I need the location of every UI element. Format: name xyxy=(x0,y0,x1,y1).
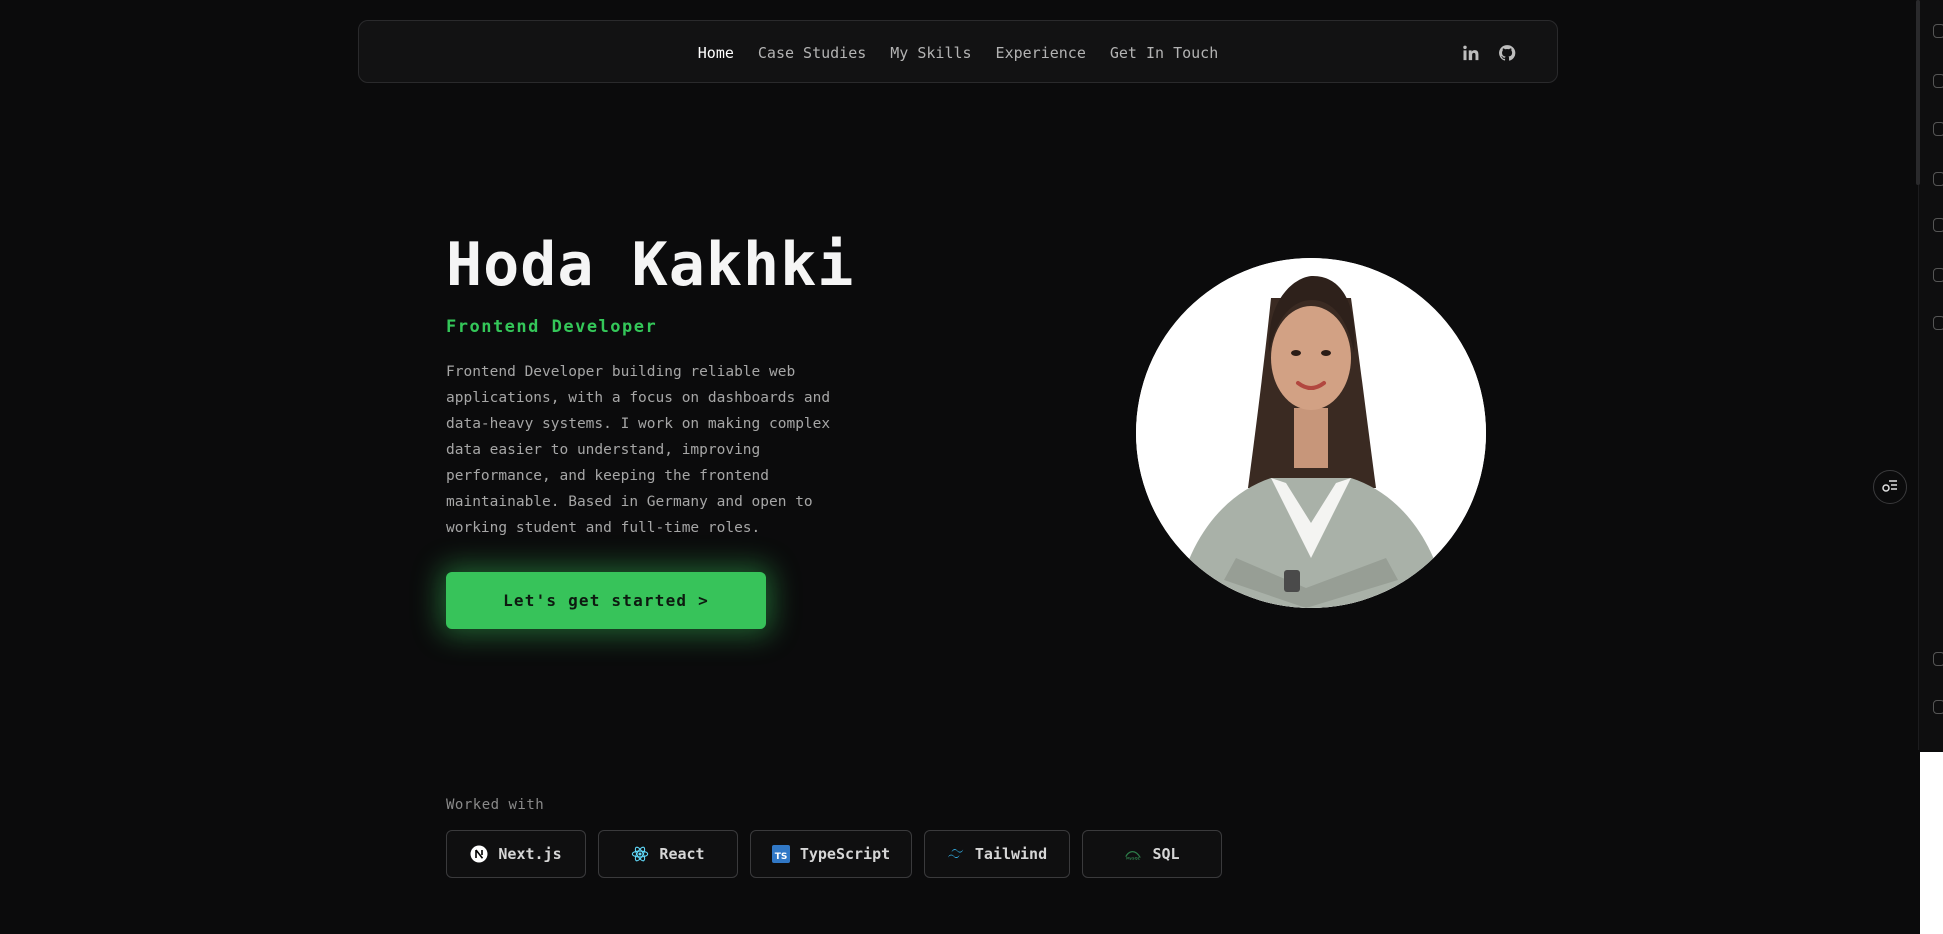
top-navbar: Home Case Studies My Skills Experience G… xyxy=(358,20,1558,83)
tech-chip-sql[interactable]: MySQL SQL xyxy=(1082,830,1222,878)
tech-chip-react[interactable]: React xyxy=(598,830,738,878)
page: Home Case Studies My Skills Experience G… xyxy=(0,0,1943,934)
tech-chip-tailwind[interactable]: Tailwind xyxy=(924,830,1070,878)
hero-bio: Frontend Developer building reliable web… xyxy=(446,364,831,536)
tech-chip-label: SQL xyxy=(1152,845,1180,863)
tech-chip-label: Next.js xyxy=(498,845,562,863)
nav-link-home[interactable]: Home xyxy=(698,44,734,62)
side-panel-strip xyxy=(1918,0,1943,750)
tailwind-icon xyxy=(947,845,965,863)
nav-link-experience[interactable]: Experience xyxy=(996,44,1086,62)
tech-chip-label: Tailwind xyxy=(974,845,1048,863)
nav-link-my-skills[interactable]: My Skills xyxy=(890,44,971,62)
typescript-icon: TS xyxy=(771,845,790,863)
nav-link-get-in-touch[interactable]: Get In Touch xyxy=(1110,44,1218,62)
get-started-button[interactable]: Let's get started > xyxy=(446,572,766,629)
list-settings-icon xyxy=(1881,476,1899,498)
side-tool-icon[interactable] xyxy=(1933,316,1943,330)
profile-photo xyxy=(1136,258,1486,608)
side-tool-icon[interactable] xyxy=(1933,24,1943,38)
side-tool-icon[interactable] xyxy=(1933,652,1943,666)
tech-chip-typescript[interactable]: TS TypeScript xyxy=(750,830,912,878)
scrollbar[interactable] xyxy=(1916,0,1920,185)
svg-text:TS: TS xyxy=(775,852,788,862)
github-icon[interactable] xyxy=(1497,43,1517,63)
nav-link-case-studies[interactable]: Case Studies xyxy=(758,44,866,62)
nav-links: Home Case Studies My Skills Experience G… xyxy=(359,21,1557,84)
mysql-icon: MySQL xyxy=(1124,845,1142,863)
floating-menu-button[interactable] xyxy=(1873,470,1907,504)
linkedin-icon[interactable] xyxy=(1461,43,1481,63)
social-links xyxy=(1461,21,1517,84)
side-tool-icon[interactable] xyxy=(1933,218,1943,232)
svg-text:MySQL: MySQL xyxy=(1127,856,1142,860)
nextjs-icon xyxy=(470,845,488,863)
tech-chip-label: TypeScript xyxy=(799,845,891,863)
side-tool-icon[interactable] xyxy=(1933,172,1943,186)
worked-with-label: Worked with xyxy=(446,797,545,813)
hero-role: Frontend Developer xyxy=(446,317,658,337)
side-panel-blank xyxy=(1920,752,1943,934)
side-tool-icon[interactable] xyxy=(1933,268,1943,282)
side-tool-icon[interactable] xyxy=(1933,122,1943,136)
tech-stack-list: Next.js React TS TypeScript Tailwind MyS… xyxy=(446,830,1222,878)
react-icon xyxy=(631,845,649,863)
side-tool-icon[interactable] xyxy=(1933,700,1943,714)
tech-chip-label: React xyxy=(659,845,705,863)
hero-name: Hoda Kakhki xyxy=(446,230,855,300)
side-tool-icon[interactable] xyxy=(1933,74,1943,88)
tech-chip-nextjs[interactable]: Next.js xyxy=(446,830,586,878)
